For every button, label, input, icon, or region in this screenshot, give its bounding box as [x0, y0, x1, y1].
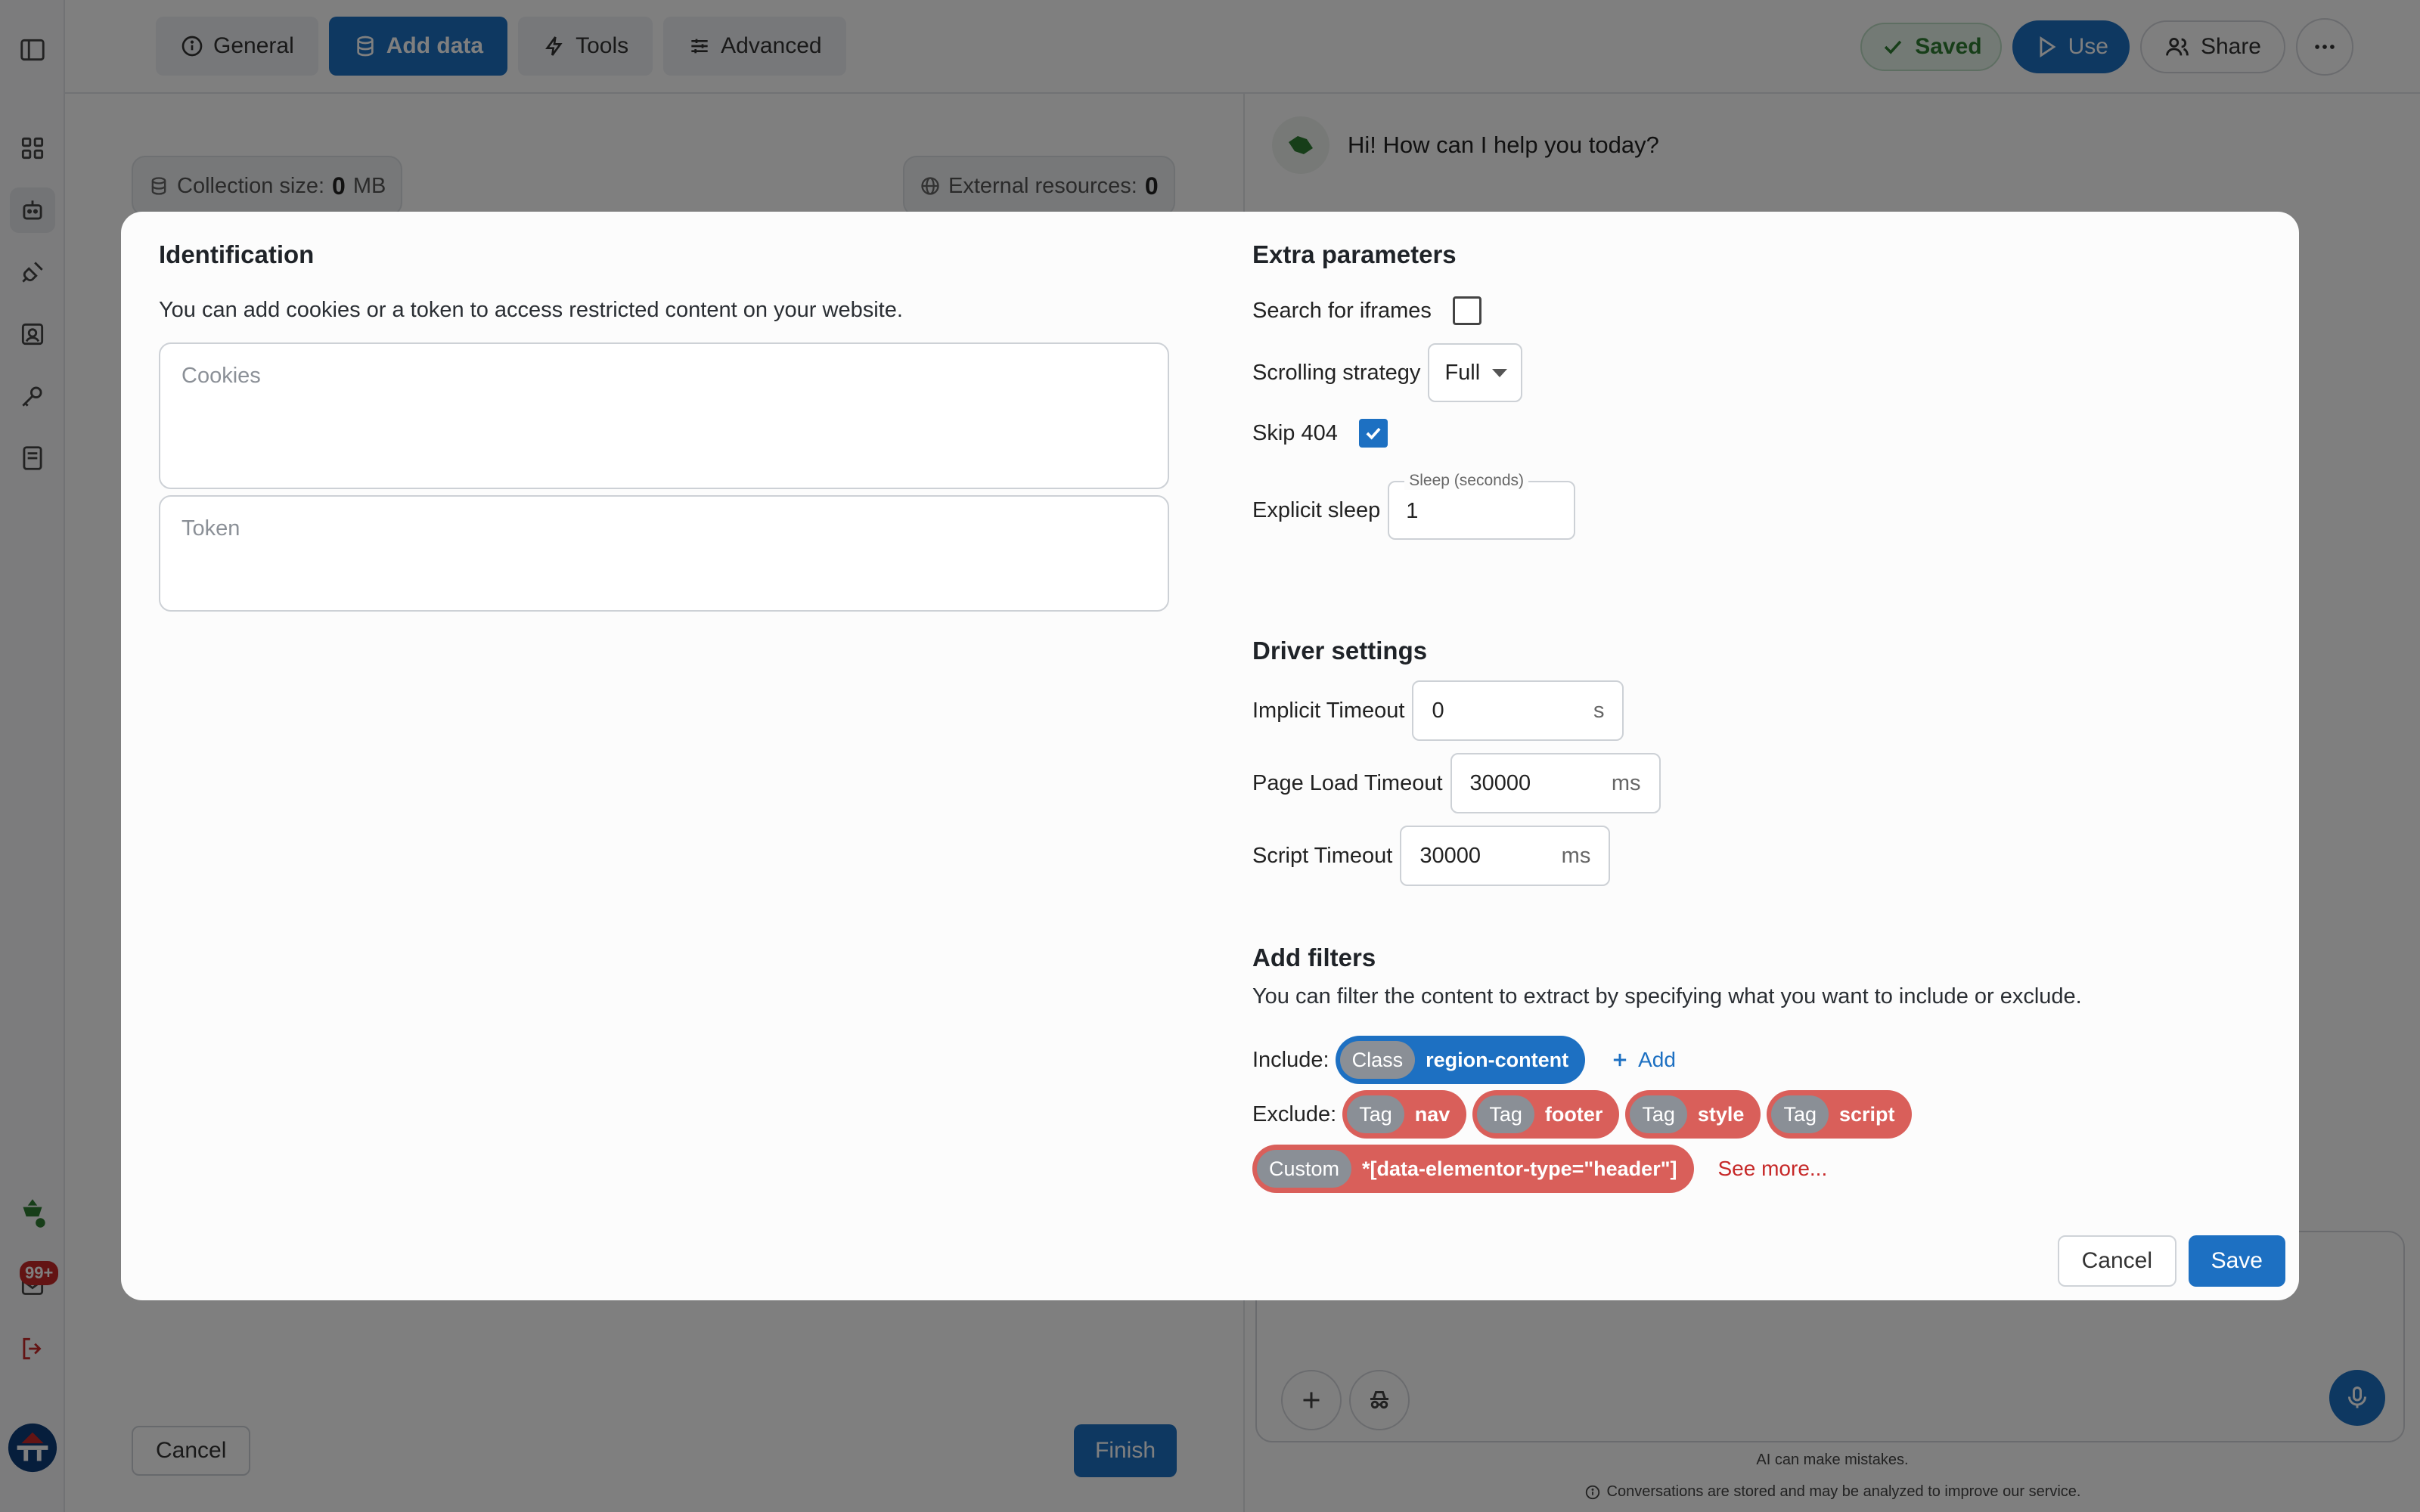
chip-type: Custom — [1257, 1150, 1352, 1188]
page-load-timeout-input[interactable]: 30000 ms — [1450, 753, 1661, 813]
exclude-chip[interactable]: Tag script — [1767, 1090, 1912, 1139]
skip404-checkbox[interactable] — [1358, 419, 1388, 448]
skip404-label: Skip 404 — [1252, 420, 1338, 445]
identification-description: You can add cookies or a token to access… — [159, 298, 903, 322]
add-filters-title: Add filters — [1252, 943, 1376, 971]
include-chip[interactable]: Class region-content — [1335, 1036, 1586, 1084]
page-load-timeout-unit: ms — [1611, 770, 1641, 795]
implicit-timeout-input[interactable]: 0 s — [1412, 680, 1624, 741]
sleep-value: 1 — [1406, 499, 1419, 523]
plus-icon — [1613, 1053, 1627, 1067]
script-timeout-unit: ms — [1561, 843, 1591, 868]
implicit-timeout-unit: s — [1593, 698, 1605, 723]
scrolling-row: Scrolling strategy Full — [1252, 343, 1523, 402]
chip-type: Tag — [1630, 1095, 1687, 1133]
modal-cancel-button[interactable]: Cancel — [2057, 1235, 2176, 1287]
page-load-timeout-row: Page Load Timeout 30000 ms — [1252, 753, 1661, 813]
chip-value: nav — [1414, 1102, 1450, 1126]
identification-section: Identification You can add cookies or a … — [159, 240, 1169, 612]
parameters-section: Extra parameters Search for iframes Scro… — [1252, 240, 2251, 1193]
exclude-chip-custom[interactable]: Custom *[data-elementor-type="header"] — [1252, 1145, 1694, 1193]
script-timeout-label: Script Timeout — [1252, 843, 1393, 868]
scrolling-label: Scrolling strategy — [1252, 360, 1421, 385]
implicit-timeout-label: Implicit Timeout — [1252, 698, 1405, 723]
extra-parameters-title: Extra parameters — [1252, 240, 1457, 268]
sleep-legend: Sleep (seconds) — [1404, 472, 1528, 490]
exclude-chip[interactable]: Tag style — [1625, 1090, 1761, 1139]
driver-settings-title: Driver settings — [1252, 637, 1428, 665]
page-load-timeout-label: Page Load Timeout — [1252, 770, 1443, 795]
implicit-timeout-value: 0 — [1432, 698, 1444, 723]
chip-value: *[data-elementor-type="header"] — [1362, 1157, 1677, 1180]
script-timeout-value: 30000 — [1419, 843, 1481, 868]
add-filter-label: Add — [1638, 1048, 1676, 1071]
chip-value: style — [1697, 1102, 1745, 1126]
token-input[interactable]: Token — [159, 495, 1169, 612]
chip-type: Tag — [1347, 1095, 1404, 1133]
filters-description: You can filter the content to extract by… — [1252, 984, 2082, 1009]
chip-value: script — [1839, 1102, 1895, 1126]
scrolling-value: Full — [1444, 360, 1481, 385]
check-icon — [1366, 427, 1381, 440]
sleep-row: Explicit sleep Sleep (seconds) 1 — [1252, 472, 1576, 540]
cookies-placeholder: Cookies — [182, 364, 261, 388]
exclude-label: Exclude: — [1252, 1101, 1337, 1126]
skip404-row: Skip 404 — [1252, 419, 1388, 448]
caret-down-icon — [1492, 368, 1508, 377]
cookies-input[interactable]: Cookies — [159, 342, 1169, 489]
page-load-timeout-value: 30000 — [1469, 770, 1531, 795]
advanced-settings-modal: Identification You can add cookies or a … — [121, 212, 2299, 1300]
chip-type: Tag — [1771, 1095, 1829, 1133]
script-timeout-row: Script Timeout 30000 ms — [1252, 826, 1611, 886]
exclude-filters-more: Custom *[data-elementor-type="header"] S… — [1252, 1145, 1827, 1193]
scrolling-strategy-select[interactable]: Full — [1428, 343, 1523, 402]
chip-value: region-content — [1426, 1048, 1569, 1071]
see-more-link[interactable]: See more... — [1718, 1157, 1828, 1181]
iframes-label: Search for iframes — [1252, 298, 1432, 323]
chip-type: Tag — [1477, 1095, 1534, 1133]
iframes-row: Search for iframes — [1252, 296, 1481, 325]
token-placeholder: Token — [182, 516, 240, 541]
identification-title: Identification — [159, 240, 315, 268]
chip-type: Class — [1339, 1041, 1416, 1079]
exclude-chip[interactable]: Tag nav — [1342, 1090, 1467, 1139]
sleep-input[interactable]: Sleep (seconds) 1 — [1388, 472, 1576, 540]
add-filter-button[interactable]: Add — [1609, 1048, 1676, 1072]
exclude-chip[interactable]: Tag footer — [1472, 1090, 1620, 1139]
sleep-label: Explicit sleep — [1252, 497, 1381, 522]
implicit-timeout-row: Implicit Timeout 0 s — [1252, 680, 1624, 741]
exclude-filters: Exclude: Tag nav Tag footer Tag style Ta… — [1252, 1090, 1912, 1139]
include-label: Include: — [1252, 1047, 1329, 1072]
script-timeout-input[interactable]: 30000 ms — [1400, 826, 1611, 886]
chip-value: footer — [1544, 1102, 1603, 1126]
modal-save-button[interactable]: Save — [2188, 1235, 2285, 1287]
include-filters: Include: Class region-content Add — [1252, 1036, 1676, 1084]
iframes-checkbox[interactable] — [1452, 296, 1481, 325]
